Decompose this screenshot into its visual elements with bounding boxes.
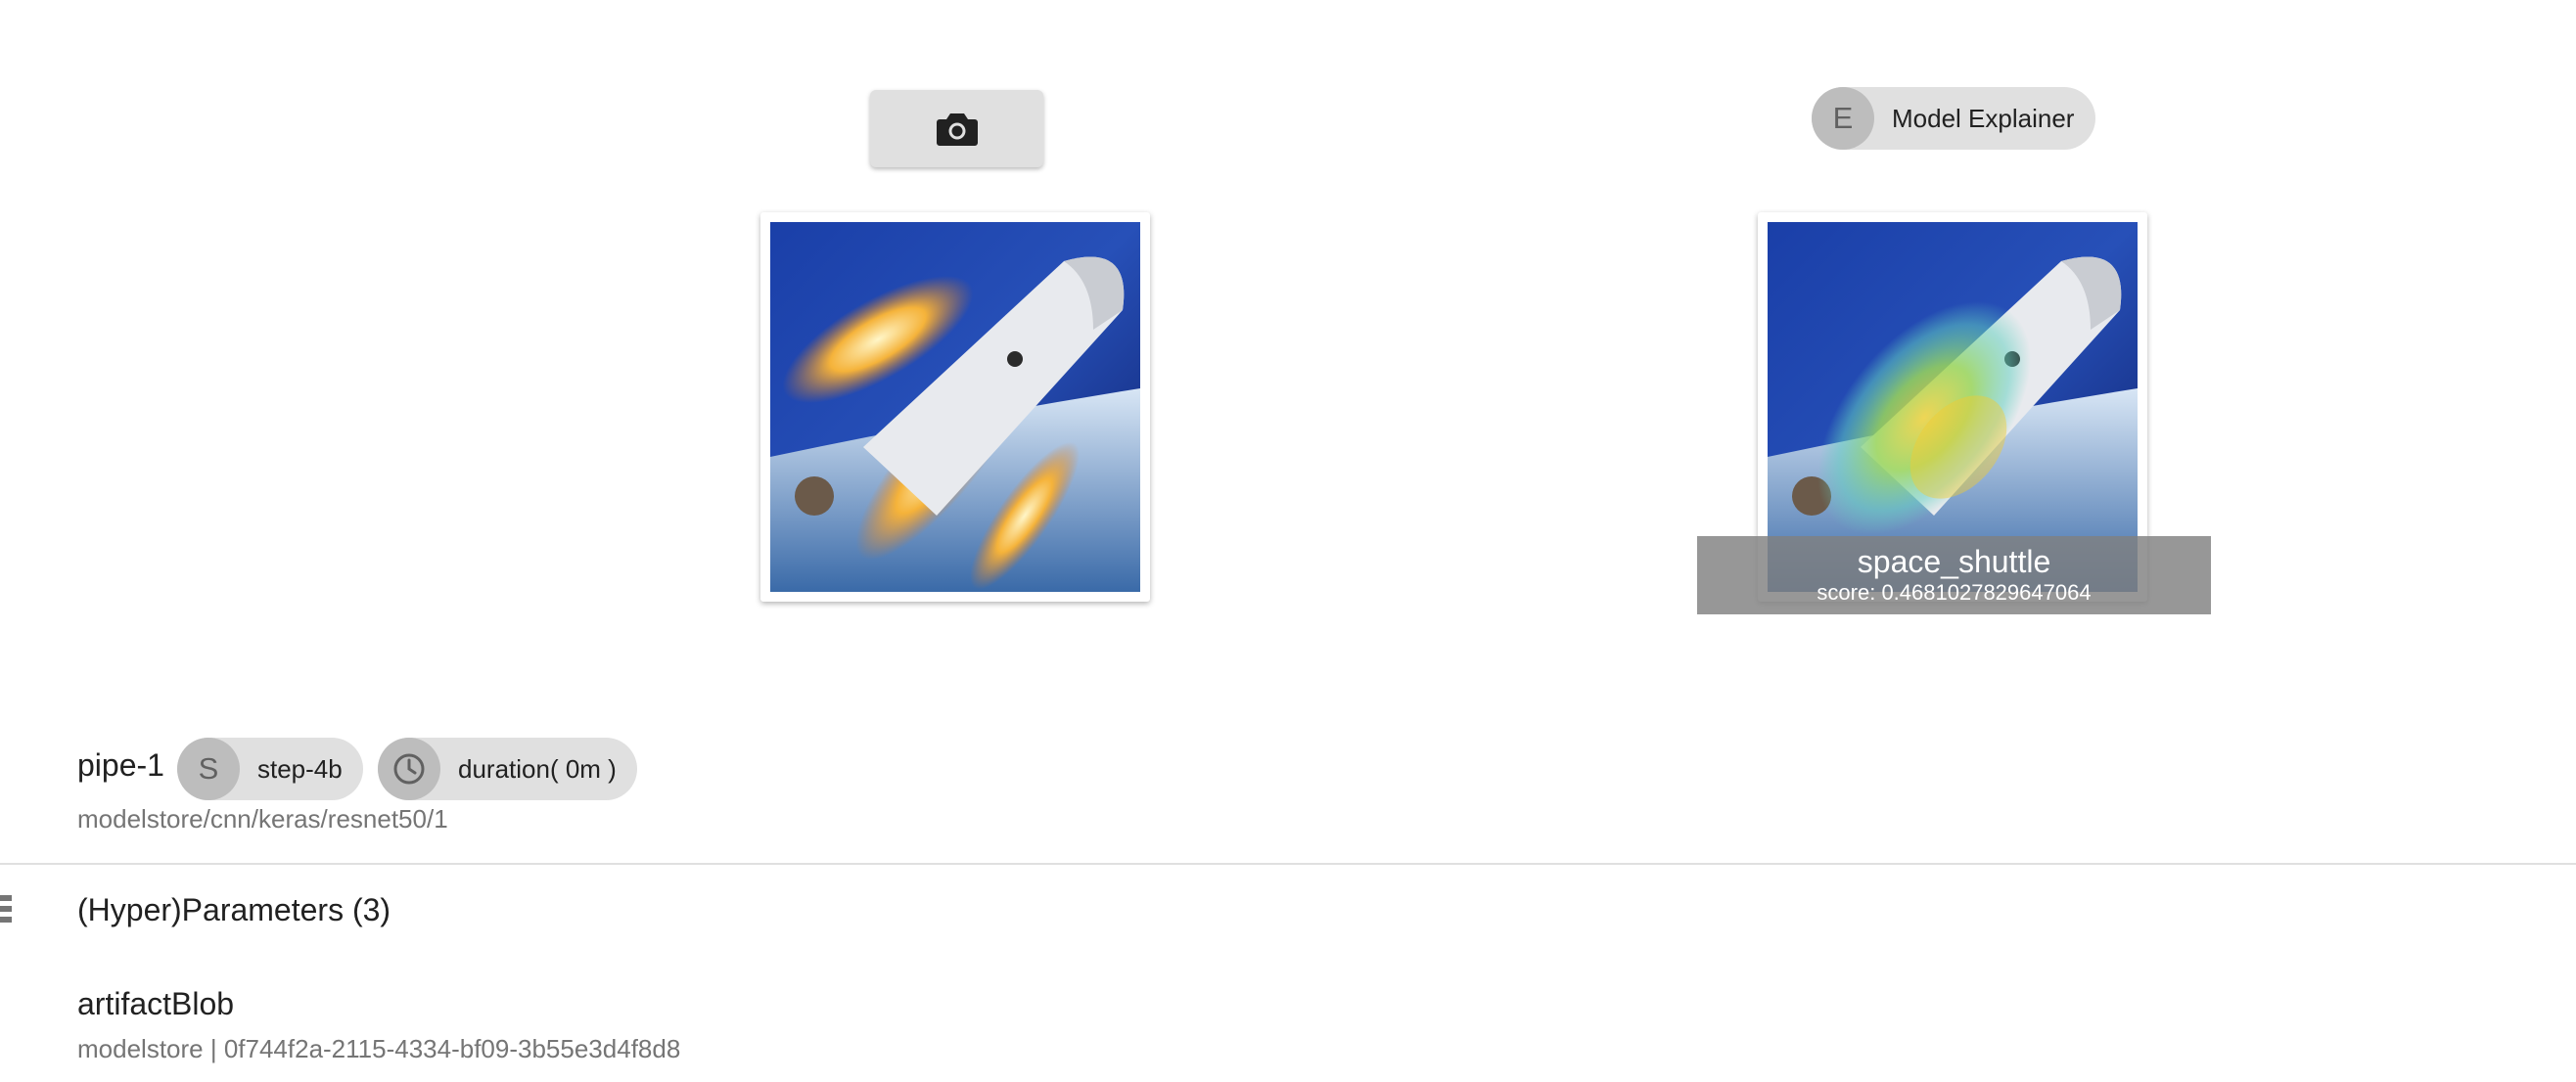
explainer-avatar: E — [1812, 87, 1874, 150]
artifact-title: artifactBlob — [77, 986, 235, 1021]
artifact-subtitle: modelstore | 0f744f2a-2115-4334-bf09-3b5… — [77, 1034, 681, 1063]
duration-chip[interactable]: duration( 0m ) — [378, 738, 637, 800]
step-chip[interactable]: S step-4b — [177, 738, 363, 800]
model-explainer-chip[interactable]: E Model Explainer — [1812, 87, 2095, 150]
drag-handle-icon[interactable] — [0, 895, 12, 928]
input-image — [770, 222, 1140, 592]
explainer-label: Model Explainer — [1892, 103, 2075, 133]
prediction-caption: space_shuttle score: 0.4681027829647064 — [1697, 536, 2211, 614]
input-image-card — [760, 212, 1150, 602]
divider — [0, 863, 2576, 865]
duration-avatar — [378, 738, 440, 800]
model-path: modelstore/cnn/keras/resnet50/1 — [77, 804, 448, 834]
parameters-title[interactable]: (Hyper)Parameters (3) — [77, 892, 391, 928]
camera-icon — [936, 113, 978, 146]
step-label: step-4b — [257, 753, 343, 784]
pipeline-name: pipe-1 — [77, 747, 164, 783]
duration-label: duration( 0m ) — [458, 753, 617, 784]
camera-button[interactable] — [870, 90, 1043, 167]
predicted-class: space_shuttle — [1857, 544, 2051, 579]
step-avatar: S — [177, 738, 240, 800]
clock-icon — [393, 753, 425, 785]
prediction-score: score: 0.4681027829647064 — [1817, 580, 2092, 605]
